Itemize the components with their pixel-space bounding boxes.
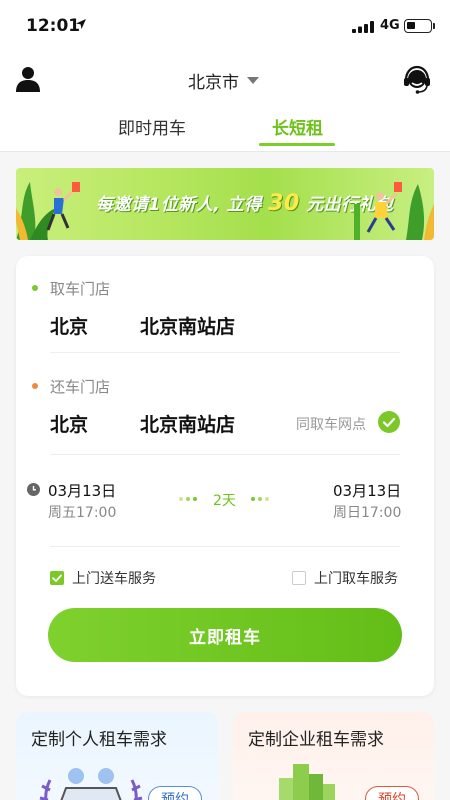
city-name: 北京市 — [188, 73, 239, 93]
user-profile-icon[interactable] — [16, 66, 40, 92]
delivery-checkbox[interactable] — [50, 571, 64, 585]
duration-dots-left — [179, 497, 197, 501]
status-bar: 12:01 4G — [0, 0, 450, 52]
divider — [50, 454, 400, 455]
pickup-city[interactable]: 北京 — [50, 312, 88, 339]
buildings-car-icon — [279, 764, 335, 800]
pickup-service-option[interactable]: 上门取车服务 — [292, 568, 398, 588]
delivery-service-option[interactable]: 上门送车服务 — [50, 568, 156, 588]
end-time[interactable]: 周日17:00 — [333, 502, 401, 522]
battery-cap — [433, 23, 435, 29]
customer-service-icon[interactable] — [402, 64, 432, 94]
banner-text-before: 每邀请1位新人, 立得 — [96, 195, 262, 215]
end-date[interactable]: 03月13日 — [333, 480, 401, 501]
location-arrow-icon — [76, 19, 86, 29]
invite-banner[interactable]: 每邀请1位新人, 立得 30 元出行礼包 — [16, 168, 434, 240]
rent-now-button[interactable]: 立即租车 — [48, 608, 402, 662]
clock-icon — [27, 483, 40, 496]
divider — [50, 352, 400, 353]
enterprise-demand-title: 定制企业租车需求 — [248, 730, 384, 750]
rental-duration: 2天 — [213, 493, 236, 509]
battery-level — [407, 22, 415, 29]
personal-demand-title: 定制个人租车需求 — [31, 730, 167, 750]
city-selector[interactable]: 北京市 — [188, 68, 259, 93]
divider — [50, 546, 400, 547]
pickup-dot — [32, 285, 38, 291]
pickup-label: 取车门店 — [50, 280, 111, 298]
banner-illustration-left — [16, 182, 80, 240]
enterprise-reserve-button[interactable]: 预约 — [365, 786, 419, 800]
return-city[interactable]: 北京 — [50, 410, 88, 437]
booking-card: 取车门店 北京 北京南站店 还车门店 北京 北京南站店 同取车网点 03月13日… — [16, 256, 434, 696]
start-date[interactable]: 03月13日 — [48, 480, 116, 501]
battery-icon — [404, 19, 432, 33]
start-time[interactable]: 周五17:00 — [48, 502, 116, 522]
tab-long-short-rental[interactable]: 长短租 — [272, 114, 323, 139]
status-time: 12:01 — [26, 16, 81, 36]
app-header: 北京市 即时用车 长短租 — [0, 52, 450, 152]
return-store[interactable]: 北京南站店 — [140, 410, 235, 437]
delivery-service-label: 上门送车服务 — [72, 571, 156, 587]
enterprise-demand-card[interactable]: 定制企业租车需求 预约 — [233, 712, 434, 800]
personal-reserve-button[interactable]: 预约 — [148, 786, 202, 800]
pickup-service-checkbox[interactable] — [292, 571, 306, 585]
duration-dots-right — [251, 497, 269, 501]
car-laurel-icon — [39, 768, 143, 800]
network-type: 4G — [380, 18, 400, 33]
pickup-store[interactable]: 北京南站店 — [140, 312, 235, 339]
personal-demand-card[interactable]: 定制个人租车需求 预约 — [16, 712, 218, 800]
same-as-pickup-label[interactable]: 同取车网点 — [296, 414, 366, 434]
tab-instant-rental[interactable]: 即时用车 — [118, 114, 186, 139]
banner-amount: 30 — [268, 191, 300, 216]
active-tab-indicator — [259, 143, 335, 146]
return-dot — [32, 383, 38, 389]
chevron-down-icon — [247, 77, 259, 84]
checkmark-icon — [52, 574, 62, 583]
pickup-service-label: 上门取车服务 — [314, 571, 398, 587]
banner-illustration-right — [354, 182, 434, 240]
return-label: 还车门店 — [50, 378, 111, 396]
check-circle-icon[interactable] — [378, 411, 400, 433]
signal-icon — [352, 21, 374, 33]
